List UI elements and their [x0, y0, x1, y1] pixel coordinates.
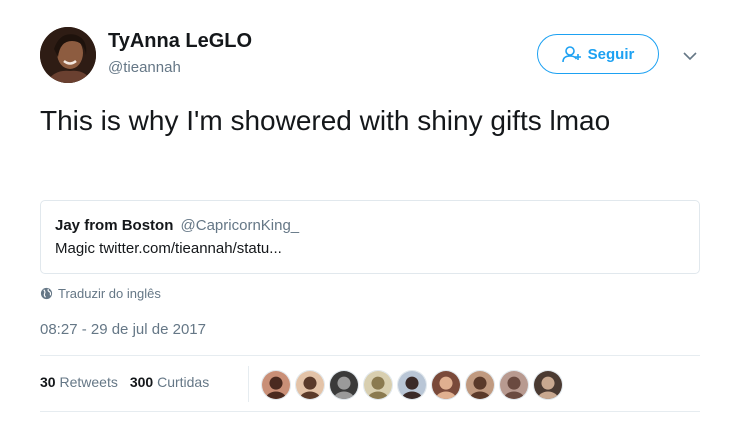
liker-avatar[interactable]	[499, 370, 529, 400]
likes-label: Curtidas	[157, 374, 210, 390]
liker-avatar[interactable]	[465, 370, 495, 400]
tweet-menu-button[interactable]	[680, 46, 700, 66]
translate-link[interactable]: Traduzir do inglês	[40, 286, 161, 301]
likes-stat[interactable]: 300 Curtidas	[130, 374, 209, 390]
quoted-tweet-text: Magic twitter.com/tieannah/statu...	[55, 240, 282, 257]
globe-icon	[40, 287, 53, 300]
liker-avatar-image	[500, 371, 528, 399]
quoted-author-handle: @CapricornKing_	[180, 217, 300, 234]
tweet-card: TyAnna LeGLO @tieannah Seguir This is wh…	[0, 0, 750, 421]
stats-separator	[248, 366, 249, 402]
liker-avatar-image	[466, 371, 494, 399]
divider	[40, 411, 700, 412]
divider	[40, 355, 700, 356]
liker-avatar[interactable]	[397, 370, 427, 400]
liker-avatar[interactable]	[329, 370, 359, 400]
tweet-text: This is why I'm showered with shiny gift…	[40, 105, 611, 136]
author-handle[interactable]: @tieannah	[108, 59, 181, 76]
retweets-stat[interactable]: 30 Retweets	[40, 374, 118, 390]
quoted-tweet-header: Jay from Boston @CapricornKing_	[55, 217, 685, 234]
tweet-timestamp[interactable]: 08:27 - 29 de jul de 2017	[40, 321, 206, 338]
liker-avatar-image	[364, 371, 392, 399]
retweets-label: Retweets	[59, 374, 118, 390]
liker-avatar[interactable]	[431, 370, 461, 400]
liker-avatar-image	[296, 371, 324, 399]
liker-avatar-image	[398, 371, 426, 399]
chevron-down-icon	[683, 51, 697, 60]
quoted-tweet[interactable]: Jay from Boston @CapricornKing_ Magic tw…	[40, 200, 700, 274]
avatar-image	[40, 27, 96, 83]
liker-avatar-image	[330, 371, 358, 399]
author-avatar[interactable]	[40, 27, 96, 83]
translate-label: Traduzir do inglês	[58, 286, 161, 301]
likes-count: 300	[129, 374, 154, 390]
liker-avatar[interactable]	[261, 370, 291, 400]
follow-button-label: Seguir	[587, 45, 635, 63]
liker-avatar-image	[432, 371, 460, 399]
author-name[interactable]: TyAnna LeGLO	[108, 30, 252, 53]
liker-avatar[interactable]	[533, 370, 563, 400]
follow-button[interactable]: Seguir	[537, 34, 659, 74]
liker-avatar-image	[534, 371, 562, 399]
liker-avatar[interactable]	[363, 370, 393, 400]
retweets-count: 30	[40, 374, 56, 390]
liker-avatar[interactable]	[295, 370, 325, 400]
add-user-icon	[561, 46, 581, 63]
liker-avatars	[261, 370, 563, 400]
tweet-stats: 30 Retweets 300 Curtidas	[40, 374, 209, 390]
quoted-author-name: Jay from Boston	[55, 217, 174, 234]
liker-avatar-image	[262, 371, 290, 399]
